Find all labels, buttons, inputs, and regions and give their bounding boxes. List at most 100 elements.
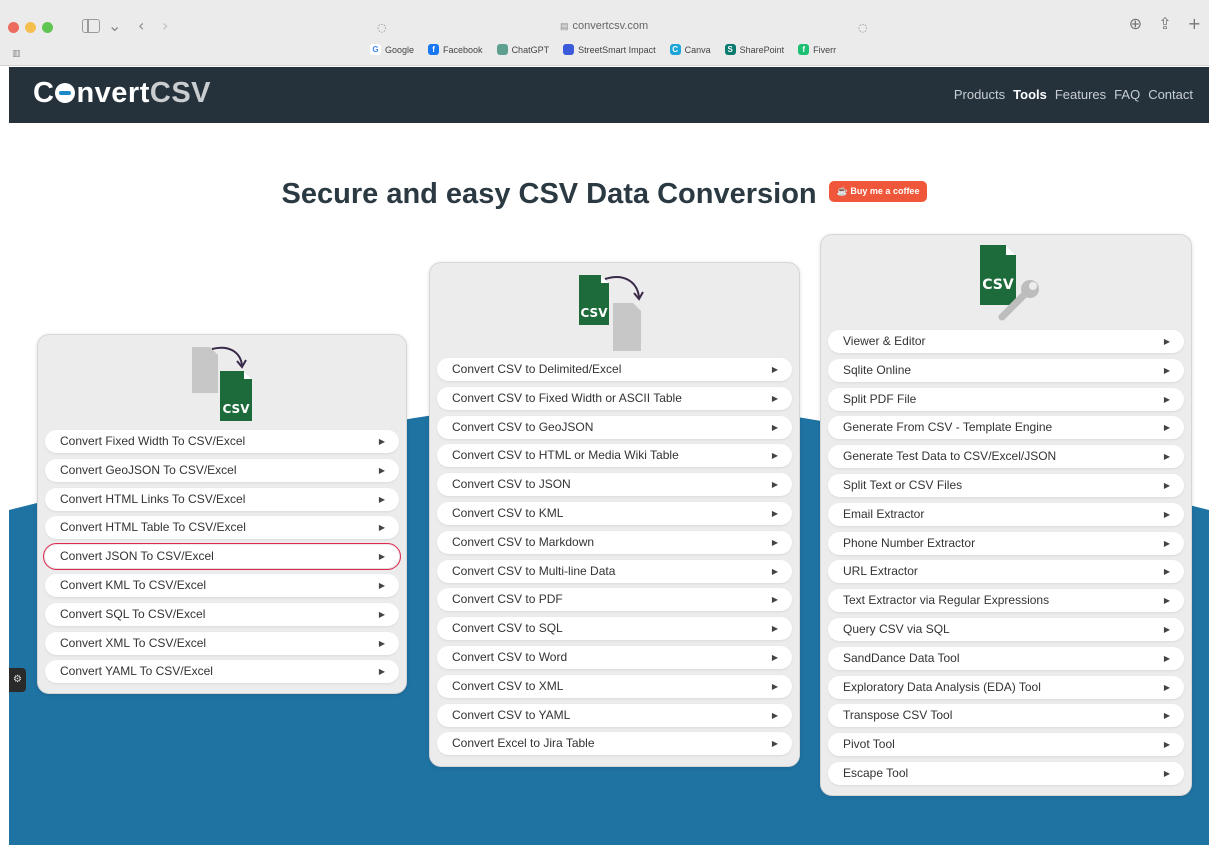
list-item[interactable]: Convert GeoJSON To CSV/Excel ▶ xyxy=(45,458,399,482)
bookmark-item[interactable]: G Google xyxy=(370,44,414,55)
arrow-right-icon: ▶ xyxy=(1163,711,1170,721)
list-item[interactable]: Sqlite Online ▶ xyxy=(828,358,1184,382)
bookmark-item[interactable]: C Canva xyxy=(669,44,711,55)
back-icon[interactable]: ‹ xyxy=(138,16,144,36)
nav-link-products[interactable]: Products xyxy=(954,87,1005,102)
list-item[interactable]: Viewer & Editor ▶ xyxy=(828,330,1184,353)
shield-icon[interactable]: ◌ xyxy=(377,18,387,38)
list-item[interactable]: Generate From CSV - Template Engine ▶ xyxy=(828,416,1184,440)
list-item[interactable]: Pivot Tool ▶ xyxy=(828,733,1184,757)
list-item[interactable]: Convert CSV to HTML or Media Wiki Table ▶ xyxy=(437,444,792,468)
card-convert-to-csv: CSV Convert Fixed Width To CSV/Excel ▶ Con… xyxy=(37,334,407,694)
bookmark-item[interactable]: S SharePoint xyxy=(724,44,784,55)
reader-icon[interactable]: ◌ xyxy=(858,18,868,38)
download-icon[interactable]: ⊕ xyxy=(1129,14,1142,33)
coffee-label: Buy me a coffee xyxy=(850,185,920,196)
arrow-right-icon: ▶ xyxy=(378,638,385,648)
list-item[interactable]: Convert CSV to KML ▶ xyxy=(437,501,792,525)
bookmark-item[interactable]: StreetSmart Impact xyxy=(563,44,656,55)
list-item[interactable]: Convert KML To CSV/Excel ▶ xyxy=(45,573,399,597)
bookmarks-grid-icon[interactable]: ▥ xyxy=(12,44,21,64)
bookmark-favicon-icon: C xyxy=(669,44,681,55)
list-item-label: Convert HTML Table To CSV/Excel xyxy=(60,520,246,535)
zoom-window-button[interactable] xyxy=(42,22,53,33)
bookmark-label: ChatGPT xyxy=(511,44,550,55)
arrow-right-icon: ▶ xyxy=(771,681,778,691)
bookmark-label: StreetSmart Impact xyxy=(578,44,656,55)
list-item[interactable]: Split PDF File ▶ xyxy=(828,387,1184,411)
list-item-label: Viewer & Editor xyxy=(843,334,926,348)
list-item[interactable]: Query CSV via SQL ▶ xyxy=(828,617,1184,641)
nav-link-tools[interactable]: Tools xyxy=(1013,87,1047,102)
logo-text-csv: CSV xyxy=(149,77,212,109)
list-item[interactable]: Convert CSV to XML ▶ xyxy=(437,674,792,698)
list-item[interactable]: Convert CSV to Word ▶ xyxy=(437,645,792,669)
list-item-label: Convert KML To CSV/Excel xyxy=(60,577,207,592)
logo-text-c: C xyxy=(33,77,55,109)
arrow-right-icon: ▶ xyxy=(1163,567,1170,577)
list-item[interactable]: Convert CSV to SQL ▶ xyxy=(437,617,792,641)
list-item-label: Convert CSV to YAML xyxy=(452,707,571,722)
arrow-right-icon: ▶ xyxy=(771,480,778,490)
list-item[interactable]: Convert JSON To CSV/Excel ▶ xyxy=(43,543,401,571)
bookmark-item[interactable]: f Facebook xyxy=(428,44,483,55)
list-item[interactable]: Convert XML To CSV/Excel ▶ xyxy=(45,631,399,655)
list-item[interactable]: Exploratory Data Analysis (EDA) Tool ▶ xyxy=(828,675,1184,699)
list-item[interactable]: Convert CSV to YAML ▶ xyxy=(437,703,792,727)
list-item[interactable]: Convert CSV to Markdown ▶ xyxy=(437,530,792,554)
svg-text:CSV: CSV xyxy=(580,306,608,320)
arrow-right-icon: ▶ xyxy=(1163,538,1170,548)
close-window-button[interactable] xyxy=(8,22,19,33)
hero-title: Secure and easy CSV Data Conversion ☕ Bu… xyxy=(0,178,1209,211)
list-item[interactable]: Convert CSV to GeoJSON ▶ xyxy=(437,415,792,439)
list-item[interactable]: Convert HTML Links To CSV/Excel ▶ xyxy=(45,487,399,511)
list-item-label: Convert CSV to GeoJSON xyxy=(452,419,594,434)
forward-icon[interactable]: › xyxy=(162,16,168,36)
list-item[interactable]: Convert Fixed Width To CSV/Excel ▶ xyxy=(45,430,399,453)
nav-link-faq[interactable]: FAQ xyxy=(1114,87,1140,102)
list-item[interactable]: Convert CSV to PDF ▶ xyxy=(437,588,792,612)
list-item-label: Generate From CSV - Template Engine xyxy=(843,420,1053,435)
list-item[interactable]: Transpose CSV Tool ▶ xyxy=(828,704,1184,728)
list-item[interactable]: URL Extractor ▶ xyxy=(828,560,1184,584)
arrow-right-icon: ▶ xyxy=(1163,480,1170,490)
arrow-right-icon: ▶ xyxy=(771,393,778,403)
buy-me-a-coffee-button[interactable]: ☕ Buy me a coffee xyxy=(828,180,928,202)
list-item[interactable]: Convert CSV to JSON ▶ xyxy=(437,473,792,497)
chevron-down-icon[interactable]: ⌄ xyxy=(108,16,121,36)
list-item[interactable]: Convert HTML Table To CSV/Excel ▶ xyxy=(45,516,399,540)
list-item[interactable]: Phone Number Extractor ▶ xyxy=(828,531,1184,555)
new-tab-icon[interactable]: + xyxy=(1188,14,1201,33)
list-item[interactable]: Generate Test Data to CSV/Excel/JSON ▶ xyxy=(828,445,1184,469)
list-item[interactable]: Email Extractor ▶ xyxy=(828,502,1184,526)
list-item-label: Convert HTML Links To CSV/Excel xyxy=(60,491,246,506)
minimize-window-button[interactable] xyxy=(25,22,36,33)
nav-link-features[interactable]: Features xyxy=(1055,87,1106,102)
list-item[interactable]: Convert YAML To CSV/Excel ▶ xyxy=(45,660,399,684)
file-to-csv-icon: CSV xyxy=(192,346,252,421)
list-item[interactable]: Convert CSV to Delimited/Excel ▶ xyxy=(437,358,792,381)
nav-link-contact[interactable]: Contact xyxy=(1148,87,1193,102)
arrow-right-icon: ▶ xyxy=(771,710,778,720)
list-item-label: Convert CSV to Multi-line Data xyxy=(452,563,616,578)
site-logo[interactable]: CnvertCSV xyxy=(33,77,211,110)
arrow-right-icon: ▶ xyxy=(1163,365,1170,375)
list-item[interactable]: Convert CSV to Fixed Width or ASCII Tabl… xyxy=(437,386,792,410)
sidebar-icon[interactable] xyxy=(82,19,100,33)
arrow-right-icon: ▶ xyxy=(1163,624,1170,634)
address-bar[interactable]: ▤ convertcsv.com xyxy=(560,20,648,32)
list-item[interactable]: SandDance Data Tool ▶ xyxy=(828,646,1184,670)
list-item[interactable]: Convert CSV to Multi-line Data ▶ xyxy=(437,559,792,583)
window-controls[interactable] xyxy=(8,22,53,33)
share-icon[interactable]: ⇪ xyxy=(1158,14,1171,33)
list-item[interactable]: Convert Excel to Jira Table ▶ xyxy=(437,732,792,756)
list-item[interactable]: Convert SQL To CSV/Excel ▶ xyxy=(45,602,399,626)
list-item[interactable]: Split Text or CSV Files ▶ xyxy=(828,473,1184,497)
bookmark-item[interactable]: f Fiverr xyxy=(798,44,836,55)
list-item[interactable]: Escape Tool ▶ xyxy=(828,761,1184,785)
list-item[interactable]: Text Extractor via Regular Expressions ▶ xyxy=(828,589,1184,613)
arrow-right-icon: ▶ xyxy=(771,595,778,605)
settings-gear-icon[interactable]: ⚙ xyxy=(9,668,26,692)
svg-text:CSV: CSV xyxy=(223,402,251,416)
bookmark-item[interactable]: ChatGPT xyxy=(496,44,550,55)
